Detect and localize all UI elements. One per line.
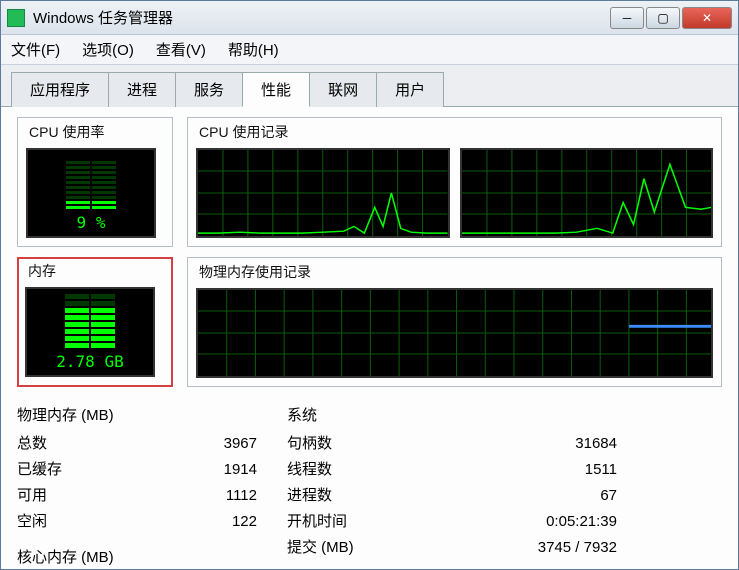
phys-mem-total: 3967 xyxy=(224,431,257,457)
menu-file[interactable]: 文件(F) xyxy=(11,39,60,60)
phys-mem-free: 122 xyxy=(232,509,257,535)
menu-options[interactable]: 选项(O) xyxy=(82,39,134,60)
phys-mem-title: 物理内存 (MB) xyxy=(17,403,257,429)
memory-usage-panel: 内存 2.78 GB xyxy=(17,257,173,387)
cpu-history-area xyxy=(196,148,713,238)
titlebar: Windows 任务管理器 ─ ▢ ✕ xyxy=(1,1,738,35)
app-icon xyxy=(7,9,25,27)
memory-history-title: 物理内存使用记录 xyxy=(196,262,314,282)
tab-applications[interactable]: 应用程序 xyxy=(11,72,109,107)
tab-row: 应用程序 进程 服务 性能 联网 用户 xyxy=(1,65,738,107)
stats-left: 物理内存 (MB) 总数 3967 已缓存 1914 可用 1112 空闲 122 核心… xyxy=(17,403,257,569)
memory-usage-title: 内存 xyxy=(25,261,59,281)
cpu-usage-title: CPU 使用率 xyxy=(26,122,107,142)
system-procs: 67 xyxy=(600,483,617,509)
system-threads: 1511 xyxy=(585,457,617,483)
system-threads-label: 线程数 xyxy=(287,457,332,483)
menu-help[interactable]: 帮助(H) xyxy=(228,39,279,60)
memory-gauge-value: 2.78 GB xyxy=(56,352,123,371)
cpu-gauge-value: 9 % xyxy=(77,213,106,232)
minimize-button[interactable]: ─ xyxy=(610,7,644,29)
phys-mem-avail: 1112 xyxy=(226,483,257,509)
system-uptime-label: 开机时间 xyxy=(287,509,347,535)
memory-history-area xyxy=(196,288,713,378)
stats-row: 物理内存 (MB) 总数 3967 已缓存 1914 可用 1112 空闲 122 核心… xyxy=(17,403,722,569)
memory-history-panel: 物理内存使用记录 xyxy=(187,257,722,387)
cpu-row: CPU 使用率 9 % CPU 使用记录 xyxy=(17,117,722,247)
cpu-history-title: CPU 使用记录 xyxy=(196,122,291,142)
memory-gauge-bars xyxy=(65,294,115,348)
system-handles-label: 句柄数 xyxy=(287,431,332,457)
system-handles: 31684 xyxy=(575,431,617,457)
cpu-graph-1 xyxy=(196,148,450,238)
tab-processes[interactable]: 进程 xyxy=(108,72,176,107)
system-procs-label: 进程数 xyxy=(287,483,332,509)
system-uptime: 0:05:21:39 xyxy=(546,509,617,535)
performance-content: CPU 使用率 9 % CPU 使用记录 xyxy=(1,107,738,569)
memory-graph xyxy=(196,288,713,378)
maximize-button[interactable]: ▢ xyxy=(646,7,680,29)
cpu-usage-panel: CPU 使用率 9 % xyxy=(17,117,173,247)
cpu-graph-2 xyxy=(460,148,714,238)
window-title: Windows 任务管理器 xyxy=(33,7,608,28)
tab-users[interactable]: 用户 xyxy=(376,72,444,107)
phys-mem-cached-label: 已缓存 xyxy=(17,457,62,483)
phys-mem-avail-label: 可用 xyxy=(17,483,47,509)
menubar: 文件(F) 选项(O) 查看(V) 帮助(H) xyxy=(1,35,738,65)
task-manager-window: Windows 任务管理器 ─ ▢ ✕ 文件(F) 选项(O) 查看(V) 帮助… xyxy=(0,0,739,570)
phys-mem-total-label: 总数 xyxy=(17,431,47,457)
system-block: 系统 句柄数 31684 线程数 1511 进程数 67 开机时间 0:05:21:39… xyxy=(287,403,617,561)
stats-right: 系统 句柄数 31684 线程数 1511 进程数 67 开机时间 0:05:21:39… xyxy=(287,403,617,569)
menu-view[interactable]: 查看(V) xyxy=(156,39,206,60)
cpu-history-panel: CPU 使用记录 xyxy=(187,117,722,247)
cpu-gauge: 9 % xyxy=(26,148,156,238)
tab-services[interactable]: 服务 xyxy=(175,72,243,107)
close-button[interactable]: ✕ xyxy=(682,7,732,29)
memory-row: 内存 2.78 GB 物理内存使用记录 xyxy=(17,257,722,387)
tab-performance[interactable]: 性能 xyxy=(242,72,310,107)
system-title: 系统 xyxy=(287,403,617,429)
phys-mem-block: 物理内存 (MB) 总数 3967 已缓存 1914 可用 1112 空闲 122 xyxy=(17,403,257,535)
phys-mem-cached: 1914 xyxy=(224,457,257,483)
tab-networking[interactable]: 联网 xyxy=(309,72,377,107)
phys-mem-free-label: 空闲 xyxy=(17,509,47,535)
memory-gauge: 2.78 GB xyxy=(25,287,155,377)
system-commit: 3745 / 7932 xyxy=(538,535,617,561)
cpu-gauge-bars xyxy=(66,161,116,209)
kernel-mem-title: 核心内存 (MB) xyxy=(17,545,257,569)
system-commit-label: 提交 (MB) xyxy=(287,535,354,561)
kernel-mem-block: 核心内存 (MB) 分页数224 未分页118 xyxy=(17,545,257,569)
